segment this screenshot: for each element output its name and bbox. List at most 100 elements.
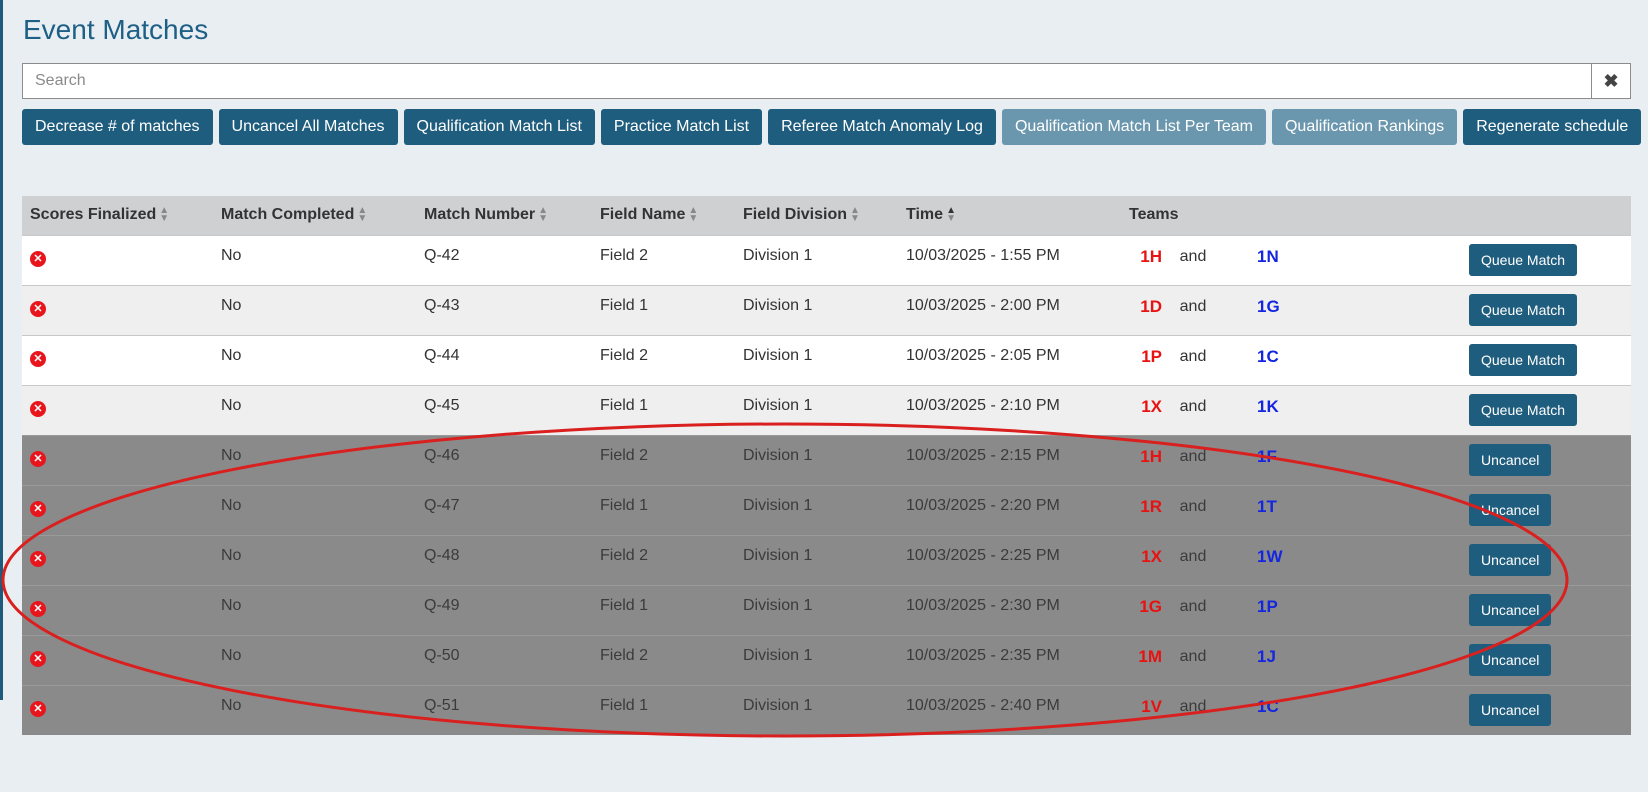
clear-search-icon[interactable]: ✖ xyxy=(1591,63,1631,99)
blue-team-label: 1J xyxy=(1257,646,1276,666)
scores-finalized-cell: ✕ xyxy=(22,384,213,435)
action-cell: Uncancel xyxy=(1353,684,1631,735)
red-team-cell: 1H xyxy=(1121,434,1168,485)
uncancel-button[interactable]: Uncancel xyxy=(1469,443,1552,476)
scores-finalized-cell: ✕ xyxy=(22,484,213,535)
search-input[interactable] xyxy=(22,63,1591,99)
field-division-cell: Division 1 xyxy=(735,234,898,285)
table-row: ✕ No Q-47 Field 1 Division 1 10/03/2025 - 2:2… xyxy=(22,484,1631,535)
scores-finalized-cell: ✕ xyxy=(22,334,213,385)
red-team-label: 1H xyxy=(1140,246,1162,266)
blue-team-label: 1F xyxy=(1257,446,1277,466)
not-finalized-icon: ✕ xyxy=(30,700,46,717)
action-cell: Queue Match xyxy=(1353,234,1631,285)
uncancel-button[interactable]: Uncancel xyxy=(1469,493,1552,526)
match-completed-cell: No xyxy=(213,634,416,685)
and-label: and xyxy=(1179,547,1207,565)
and-cell: and xyxy=(1168,384,1218,435)
table-row: ✕ No Q-49 Field 1 Division 1 10/03/2025 - 2:3… xyxy=(22,584,1631,635)
column-header[interactable]: Time ▲ ▼ xyxy=(898,196,1121,235)
uncancel-button[interactable]: Uncancel xyxy=(1469,693,1552,726)
column-header[interactable]: Scores Finalized ▲ ▼ xyxy=(22,196,213,235)
column-header[interactable]: Field Name ▲ ▼ xyxy=(592,196,735,235)
time-cell: 10/03/2025 - 2:25 PM xyxy=(898,534,1121,585)
match-completed-cell: No xyxy=(213,684,416,735)
sort-icon[interactable]: ▲ ▼ xyxy=(159,206,169,224)
scores-finalized-cell: ✕ xyxy=(22,234,213,285)
sort-icon[interactable]: ▲ ▼ xyxy=(688,206,698,224)
and-cell: and xyxy=(1168,634,1218,685)
field-division-cell: Division 1 xyxy=(735,384,898,435)
match-completed-cell: No xyxy=(213,384,416,435)
practice-match-list-button[interactable]: Practice Match List xyxy=(600,109,763,145)
table-row: ✕ No Q-43 Field 1 Division 1 10/03/2025 - 2:0… xyxy=(22,284,1631,335)
field-name-cell: Field 1 xyxy=(592,484,735,535)
and-label: and xyxy=(1179,347,1207,365)
action-cell: Uncancel xyxy=(1353,634,1631,685)
queue-match-button[interactable]: Queue Match xyxy=(1469,343,1578,376)
match-completed-cell: No xyxy=(213,334,416,385)
decrease-of-matches-button[interactable]: Decrease # of matches xyxy=(22,109,213,145)
table-row: ✕ No Q-42 Field 2 Division 1 10/03/2025 - 1:5… xyxy=(22,234,1631,285)
field-name-cell: Field 2 xyxy=(592,434,735,485)
column-header[interactable]: Match Number ▲ ▼ xyxy=(416,196,592,235)
and-cell: and xyxy=(1168,434,1218,485)
column-header-label: Scores Finalized xyxy=(30,206,157,224)
match-number-cell: Q-51 xyxy=(416,684,592,735)
match-completed-cell: No xyxy=(213,534,416,585)
field-name-cell: Field 1 xyxy=(592,584,735,635)
time-cell: 10/03/2025 - 2:35 PM xyxy=(898,634,1121,685)
red-team-cell: 1X xyxy=(1121,534,1168,585)
and-cell: and xyxy=(1168,334,1218,385)
match-completed-cell: No xyxy=(213,434,416,485)
qualification-match-list-per-team-button[interactable]: Qualification Match List Per Team xyxy=(1001,109,1266,145)
column-header[interactable]: Match Completed ▲ ▼ xyxy=(213,196,416,235)
and-label: and xyxy=(1179,697,1207,715)
qualification-match-list-button[interactable]: Qualification Match List xyxy=(403,109,595,145)
table-row: ✕ No Q-46 Field 2 Division 1 10/03/2025 - 2:1… xyxy=(22,434,1631,485)
sort-ascending-icon[interactable]: ▲ ▼ xyxy=(946,206,956,224)
sort-icon[interactable]: ▲ ▼ xyxy=(357,206,367,224)
match-completed-cell: No xyxy=(213,284,416,335)
field-name-cell: Field 1 xyxy=(592,284,735,335)
uncancel-button[interactable]: Uncancel xyxy=(1469,543,1552,576)
red-team-cell: 1G xyxy=(1121,584,1168,635)
scores-finalized-cell: ✕ xyxy=(22,634,213,685)
toolbar: Decrease # of matches Uncancel All Matche… xyxy=(22,109,1642,145)
and-label: and xyxy=(1179,397,1207,415)
queue-match-button[interactable]: Queue Match xyxy=(1469,243,1578,276)
column-header-label: Match Number xyxy=(424,206,536,224)
and-label: and xyxy=(1179,247,1207,265)
uncancel-button[interactable]: Uncancel xyxy=(1469,643,1552,676)
regenerate-schedule-button[interactable]: Regenerate schedule xyxy=(1463,109,1642,145)
red-team-label: 1R xyxy=(1140,496,1162,516)
uncancel-button[interactable]: Uncancel xyxy=(1469,593,1552,626)
uncancel-all-matches-button[interactable]: Uncancel All Matches xyxy=(218,109,398,145)
field-name-cell: Field 2 xyxy=(592,634,735,685)
sort-icon[interactable]: ▲ ▼ xyxy=(850,206,860,224)
field-name-cell: Field 2 xyxy=(592,234,735,285)
scores-finalized-cell: ✕ xyxy=(22,284,213,335)
blue-team-cell: 1G xyxy=(1218,284,1353,335)
table-row: ✕ No Q-51 Field 1 Division 1 10/03/2025 - 2:4… xyxy=(22,684,1631,735)
action-cell: Uncancel xyxy=(1353,584,1631,635)
queue-match-button[interactable]: Queue Match xyxy=(1469,293,1578,326)
table-header-row: Scores Finalized ▲ ▼ Match Completed ▲ ▼ Match… xyxy=(22,196,1631,235)
time-cell: 10/03/2025 - 1:55 PM xyxy=(898,234,1121,285)
blue-team-label: 1G xyxy=(1257,296,1280,316)
queue-match-button[interactable]: Queue Match xyxy=(1469,393,1578,426)
blue-team-label: 1N xyxy=(1257,246,1279,266)
blue-team-cell: 1T xyxy=(1218,484,1353,535)
sort-icon[interactable]: ▲ ▼ xyxy=(538,206,548,224)
and-cell: and xyxy=(1168,534,1218,585)
red-team-label: 1V xyxy=(1141,696,1162,716)
scores-finalized-cell: ✕ xyxy=(22,434,213,485)
qualification-rankings-button[interactable]: Qualification Rankings xyxy=(1271,109,1458,145)
column-header[interactable]: Field Division ▲ ▼ xyxy=(735,196,898,235)
and-cell: and xyxy=(1168,684,1218,735)
field-name-cell: Field 1 xyxy=(592,384,735,435)
referee-match-anomaly-log-button[interactable]: Referee Match Anomaly Log xyxy=(768,109,996,145)
red-team-label: 1G xyxy=(1139,596,1162,616)
action-cell: Uncancel xyxy=(1353,434,1631,485)
match-number-cell: Q-42 xyxy=(416,234,592,285)
